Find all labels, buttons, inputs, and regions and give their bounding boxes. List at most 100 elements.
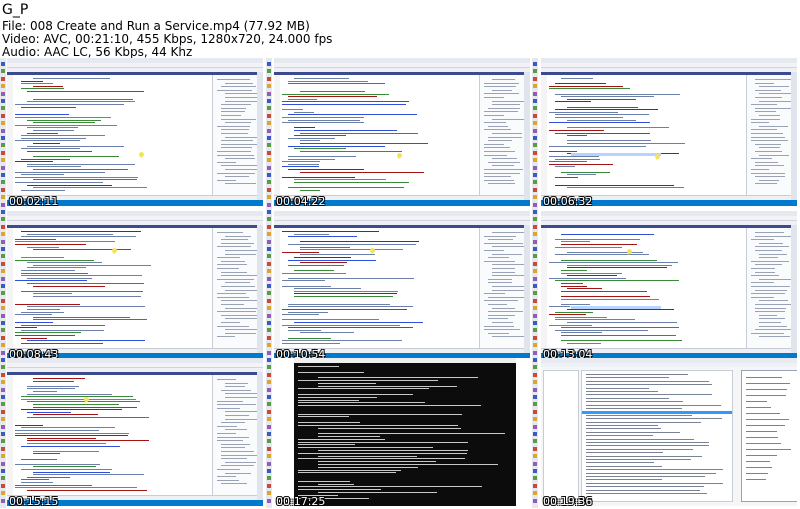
- solution-tree-item[interactable]: [221, 422, 245, 424]
- solution-tree-item[interactable]: [755, 232, 784, 233]
- service-row[interactable]: [586, 374, 688, 375]
- solution-tree-item[interactable]: [755, 111, 776, 113]
- services-tree[interactable]: [543, 370, 579, 502]
- solution-tree-item[interactable]: [225, 411, 261, 413]
- solution-tree-item[interactable]: [751, 260, 789, 262]
- solution-tree-item[interactable]: [221, 300, 260, 302]
- solution-tree-item[interactable]: [217, 469, 240, 470]
- service-row[interactable]: [586, 465, 662, 467]
- solution-tree-item[interactable]: [759, 147, 780, 149]
- solution-tree-item[interactable]: [221, 454, 259, 456]
- solution-tree-item[interactable]: [221, 115, 241, 116]
- solution-tree-item[interactable]: [751, 118, 780, 120]
- solution-tree-item[interactable]: [751, 282, 774, 284]
- solution-tree-item[interactable]: [484, 154, 507, 156]
- solution-tree-item[interactable]: [484, 235, 516, 237]
- solution-tree-item[interactable]: [221, 260, 245, 262]
- solution-tree-item[interactable]: [488, 140, 512, 142]
- code-editor[interactable]: [274, 75, 480, 196]
- solution-tree-item[interactable]: [759, 336, 790, 338]
- service-row[interactable]: [586, 408, 682, 409]
- solution-tree-item[interactable]: [217, 125, 250, 127]
- solution-tree-item[interactable]: [492, 246, 526, 248]
- service-row[interactable]: [586, 442, 709, 443]
- solution-tree-item[interactable]: [225, 97, 260, 98]
- service-row[interactable]: [586, 418, 722, 420]
- solution-tree-item[interactable]: [751, 136, 785, 138]
- solution-tree-item[interactable]: [488, 278, 512, 280]
- solution-tree-item[interactable]: [225, 176, 249, 178]
- solution-tree-item[interactable]: [759, 93, 794, 95]
- solution-tree-item[interactable]: [759, 100, 792, 102]
- service-row[interactable]: [586, 462, 654, 464]
- solution-tree-item[interactable]: [217, 440, 243, 442]
- solution-tree-item[interactable]: [492, 100, 527, 102]
- solution-tree-item[interactable]: [221, 86, 256, 88]
- solution-tree-item[interactable]: [484, 325, 514, 327]
- solution-tree-item[interactable]: [225, 397, 259, 398]
- solution-tree-item[interactable]: [492, 275, 524, 277]
- solution-tree-item[interactable]: [755, 271, 775, 273]
- solution-tree-item[interactable]: [759, 179, 779, 181]
- solution-tree-item[interactable]: [759, 257, 778, 259]
- solution-tree-item[interactable]: [221, 165, 259, 167]
- service-row[interactable]: [586, 438, 694, 440]
- solution-tree-item[interactable]: [492, 118, 524, 120]
- solution-tree-item[interactable]: [751, 122, 769, 124]
- solution-tree-item[interactable]: [221, 140, 253, 142]
- solution-tree-item[interactable]: [217, 154, 254, 156]
- solution-tree-item[interactable]: [217, 293, 246, 295]
- service-row[interactable]: [586, 384, 712, 386]
- service-row[interactable]: [586, 445, 709, 447]
- solution-tree-item[interactable]: [755, 329, 794, 331]
- solution-tree-item[interactable]: [488, 296, 526, 298]
- solution-tree-item[interactable]: [484, 129, 511, 131]
- solution-tree-item[interactable]: [759, 154, 789, 156]
- solution-tree-item[interactable]: [755, 264, 782, 266]
- solution-tree-item[interactable]: [751, 296, 774, 298]
- solution-explorer[interactable]: [213, 375, 263, 496]
- solution-tree-item[interactable]: [755, 235, 793, 237]
- solution-tree-item[interactable]: [484, 169, 523, 170]
- solution-tree-item[interactable]: [225, 82, 253, 84]
- service-row[interactable]: [586, 377, 669, 379]
- solution-tree-item[interactable]: [755, 246, 789, 248]
- solution-tree-item[interactable]: [225, 415, 249, 416]
- solution-tree-item[interactable]: [492, 307, 515, 309]
- solution-tree-item[interactable]: [225, 461, 256, 463]
- service-row[interactable]: [586, 425, 658, 426]
- solution-tree-item[interactable]: [759, 115, 780, 116]
- solution-tree-item[interactable]: [217, 379, 236, 380]
- solution-tree-item[interactable]: [492, 253, 522, 255]
- solution-tree-item[interactable]: [221, 447, 245, 449]
- solution-tree-item[interactable]: [751, 172, 785, 174]
- service-properties-dialog[interactable]: [741, 370, 797, 502]
- solution-tree-item[interactable]: [225, 183, 256, 185]
- solution-tree-item[interactable]: [217, 325, 249, 327]
- solution-tree-item[interactable]: [217, 336, 235, 338]
- service-row[interactable]: [586, 459, 691, 460]
- solution-tree-item[interactable]: [217, 479, 239, 481]
- code-editor[interactable]: [274, 228, 480, 349]
- solution-tree-item[interactable]: [759, 86, 789, 88]
- solution-tree-item[interactable]: [221, 322, 240, 323]
- solution-tree-item[interactable]: [217, 264, 247, 266]
- solution-tree-item[interactable]: [217, 79, 250, 80]
- solution-tree-item[interactable]: [484, 147, 510, 149]
- solution-tree-item[interactable]: [755, 97, 782, 98]
- solution-tree-item[interactable]: [488, 314, 515, 316]
- solution-tree-item[interactable]: [751, 133, 783, 134]
- solution-tree-item[interactable]: [759, 300, 788, 302]
- solution-tree-item[interactable]: [751, 239, 774, 241]
- solution-tree-item[interactable]: [488, 107, 520, 109]
- code-editor[interactable]: [7, 228, 213, 349]
- service-row[interactable]: [586, 479, 662, 481]
- solution-tree-item[interactable]: [751, 104, 777, 106]
- service-row[interactable]: [586, 380, 709, 382]
- solution-tree-item[interactable]: [751, 129, 777, 131]
- solution-tree-item[interactable]: [492, 104, 520, 106]
- solution-tree-item[interactable]: [488, 239, 513, 241]
- solution-tree-item[interactable]: [221, 304, 244, 305]
- solution-tree-item[interactable]: [488, 257, 509, 259]
- solution-tree-item[interactable]: [484, 122, 506, 124]
